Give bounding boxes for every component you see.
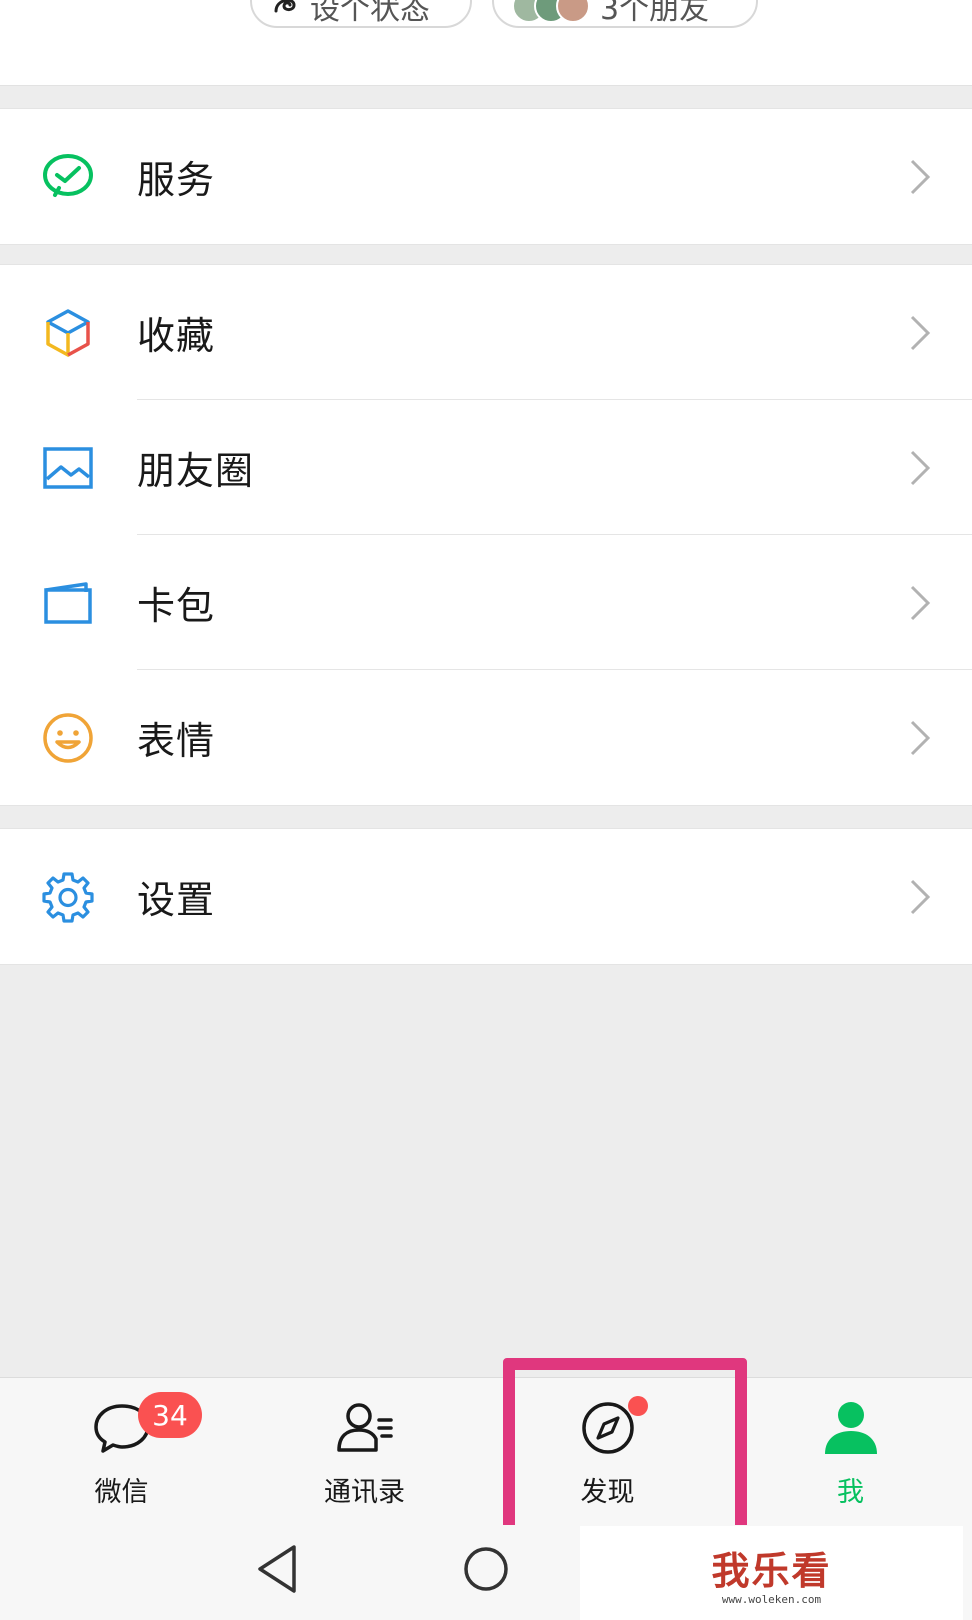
main-features-group: 收藏 朋友圈 卡包 表情 <box>0 264 972 806</box>
menu-item-favorites[interactable]: 收藏 <box>0 265 972 400</box>
menu-item-settings[interactable]: 设置 <box>0 829 972 964</box>
chevron-right-icon <box>910 585 931 620</box>
menu-item-stickers[interactable]: 表情 <box>0 670 972 805</box>
menu-item-label: 表情 <box>137 719 216 763</box>
back-triangle-icon[interactable] <box>254 1543 300 1595</box>
status-icon <box>270 0 300 23</box>
menu-item-label: 设置 <box>137 878 216 922</box>
contacts-icon <box>336 1403 393 1452</box>
watermark-url: www.woleken.com <box>721 1593 822 1606</box>
set-status-label: 设个状态 <box>310 0 430 27</box>
menu-item-label: 收藏 <box>137 314 216 358</box>
card-wallet-icon <box>40 575 96 631</box>
unread-badge: 34 <box>138 1392 202 1438</box>
tab-me[interactable]: 我 <box>729 1378 972 1526</box>
menu-item-label: 服务 <box>137 158 216 202</box>
chevron-right-icon <box>910 450 931 485</box>
services-icon <box>40 149 96 205</box>
person-icon <box>824 1402 877 1454</box>
moments-icon <box>40 440 96 496</box>
favorites-icon <box>40 305 96 361</box>
chevron-right-icon <box>910 315 931 350</box>
settings-group: 设置 <box>0 828 972 965</box>
tab-label: 微信 <box>94 1477 149 1508</box>
menu-item-label: 朋友圈 <box>137 449 255 493</box>
settings-icon <box>40 869 96 925</box>
services-group: 服务 <box>0 108 972 245</box>
tab-chats[interactable]: 34 微信 <box>0 1378 243 1526</box>
tab-label: 发现 <box>580 1477 635 1508</box>
watermark: 我乐看 www.woleken.com <box>580 1526 963 1620</box>
tab-contacts[interactable]: 通讯录 <box>243 1378 486 1526</box>
new-activity-dot <box>628 1396 648 1416</box>
profile-header-bottom: 设个状态 3个朋友 <box>0 0 972 86</box>
menu-item-moments[interactable]: 朋友圈 <box>0 400 972 535</box>
menu-item-services[interactable]: 服务 <box>0 109 972 244</box>
chevron-right-icon <box>910 879 931 914</box>
menu-item-label: 卡包 <box>137 584 216 628</box>
stickers-icon <box>40 710 96 766</box>
watermark-logo: 我乐看 <box>711 1548 832 1593</box>
chevron-right-icon <box>910 159 931 194</box>
home-circle-icon[interactable] <box>463 1546 509 1592</box>
friends-count-label: 3个朋友 <box>600 0 710 27</box>
friends-status-button[interactable]: 3个朋友 <box>492 0 758 28</box>
me-page-screen: 设个状态 3个朋友 服务 收藏 朋友圈 卡包 表情 设置 34 微信 通讯录 发… <box>0 0 972 1620</box>
bottom-tab-bar: 34 微信 通讯录 发现 我 <box>0 1377 972 1525</box>
chevron-right-icon <box>910 720 931 755</box>
menu-item-card-wallet[interactable]: 卡包 <box>0 535 972 670</box>
tab-discover[interactable]: 发现 <box>486 1378 729 1526</box>
tab-label: 通讯录 <box>324 1477 405 1508</box>
tab-label: 我 <box>837 1477 864 1508</box>
set-status-button[interactable]: 设个状态 <box>250 0 472 28</box>
